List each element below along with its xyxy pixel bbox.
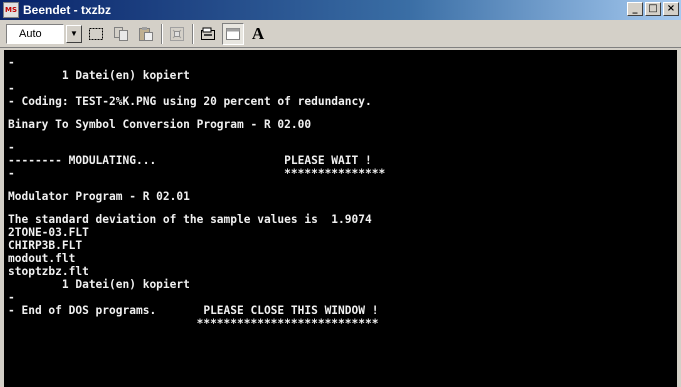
console-line: stoptzbz.flt (8, 265, 89, 278)
title-bar[interactable]: MS Beendet - txzbz _ □ × (0, 0, 681, 20)
console-line: Modulator Program - R 02.01 (8, 190, 190, 203)
console-line: *************************** (8, 317, 379, 330)
font-button-label: A (251, 23, 265, 43)
paste-icon[interactable] (135, 23, 157, 45)
console-line: modout.flt (8, 252, 76, 265)
window-title: Beendet - txzbz (23, 3, 112, 17)
toolbar: Auto ▼ A (0, 20, 681, 48)
dos-window: MS Beendet - txzbz _ □ × Auto ▼ A - 1 Da… (0, 0, 681, 387)
window-frame-right (677, 50, 681, 387)
background-icon[interactable] (222, 22, 244, 45)
properties-icon[interactable] (197, 23, 219, 45)
toolbar-separator (192, 23, 194, 44)
console-line: - (8, 291, 15, 304)
minimize-button[interactable]: _ (627, 2, 643, 16)
console-line: The standard deviation of the sample val… (8, 213, 372, 226)
close-button[interactable]: × (663, 2, 679, 16)
window-controls: _ □ × (625, 2, 679, 16)
console-line: - (8, 82, 15, 95)
console-line: 1 Datei(en) kopiert (8, 69, 190, 82)
console-text: - 1 Datei(en) kopiert - - Coding: TEST-2%K… (4, 50, 677, 330)
toolbar-separator (161, 23, 163, 44)
console-line: - (8, 56, 15, 69)
font-icon[interactable]: A (247, 23, 269, 45)
font-size-select[interactable]: Auto (6, 23, 64, 44)
fullscreen-icon[interactable] (166, 23, 188, 45)
console-line: - Coding: TEST-2%K.PNG using 20 percent … (8, 95, 372, 108)
console-line: 2TONE-03.FLT (8, 226, 89, 239)
console-line: Binary To Symbol Conversion Program - R … (8, 118, 312, 131)
maximize-button[interactable]: □ (645, 2, 661, 16)
ms-dos-icon[interactable]: MS (3, 2, 19, 18)
mark-icon[interactable] (85, 23, 107, 45)
copy-icon[interactable] (110, 23, 132, 45)
console-line: CHIRP3B.FLT (8, 239, 83, 252)
console-line: - End of DOS programs. PLEASE CLOSE THIS… (8, 304, 379, 317)
console-output[interactable]: - 1 Datei(en) kopiert - - Coding: TEST-2%K… (4, 50, 677, 387)
console-line: - (8, 141, 15, 154)
console-line: - *************** (8, 167, 386, 180)
console-line: 1 Datei(en) kopiert (8, 278, 190, 291)
chevron-down-icon[interactable]: ▼ (66, 24, 82, 43)
console-line: -------- MODULATING... PLEASE WAIT ! (8, 154, 372, 167)
